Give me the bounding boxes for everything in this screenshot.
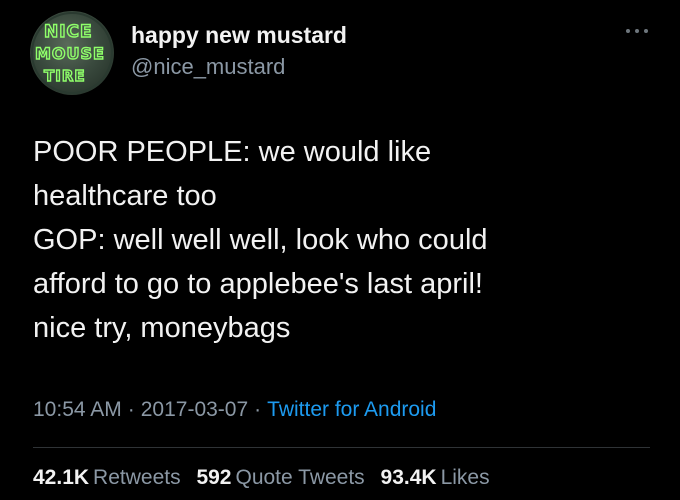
tweet-time[interactable]: 10:54 AM	[33, 398, 122, 421]
likes-stat[interactable]: 93.4K Likes	[381, 466, 490, 489]
quote-tweets-stat[interactable]: 592 Quote Tweets	[196, 466, 364, 489]
likes-count: 93.4K	[380, 466, 437, 489]
retweets-stat[interactable]: 42.1K Retweets	[33, 466, 181, 489]
more-options-icon[interactable]	[624, 24, 650, 38]
likes-label: Likes	[440, 466, 490, 489]
tweet-date[interactable]: 2017-03-07	[141, 398, 248, 421]
avatar-image: NICE MOUSE TIRE	[31, 12, 113, 94]
meta-separator: ·	[254, 398, 262, 421]
user-handle[interactable]: @nice_mustard	[131, 54, 285, 80]
tweet-text: POOR PEOPLE: we would like healthcare to…	[33, 130, 653, 350]
meta-separator: ·	[127, 398, 135, 421]
tweet-card: NICE MOUSE TIRE happy new mustard @nice_…	[0, 0, 680, 500]
tweet-text-line: GOP: well well well, look who could	[33, 224, 488, 256]
tweet-stats: 42.1K Retweets 592 Quote Tweets 93.4K Likes	[33, 466, 500, 490]
tweet-text-line: POOR PEOPLE: we would like	[33, 136, 432, 168]
tweet-metadata: 10:54 AM · 2017-03-07 · Twitter for Android	[33, 398, 436, 422]
tweet-text-line: healthcare too	[33, 180, 217, 212]
avatar[interactable]: NICE MOUSE TIRE	[30, 11, 114, 95]
tweet-source-link[interactable]: Twitter for Android	[267, 398, 436, 421]
avatar-text-line-2: MOUSE	[35, 44, 105, 63]
quote-tweets-count: 592	[196, 466, 232, 489]
quote-tweets-label: Quote Tweets	[235, 466, 365, 489]
display-name[interactable]: happy new mustard	[131, 22, 347, 49]
avatar-text-line-3: TIRE	[44, 67, 86, 85]
avatar-text-line-1: NICE	[44, 22, 93, 42]
tweet-text-line: nice try, moneybags	[33, 312, 291, 344]
divider	[33, 447, 650, 448]
retweets-label: Retweets	[93, 466, 181, 489]
tweet-text-line: afford to go to applebee's last april!	[33, 268, 483, 300]
retweets-count: 42.1K	[33, 466, 90, 489]
